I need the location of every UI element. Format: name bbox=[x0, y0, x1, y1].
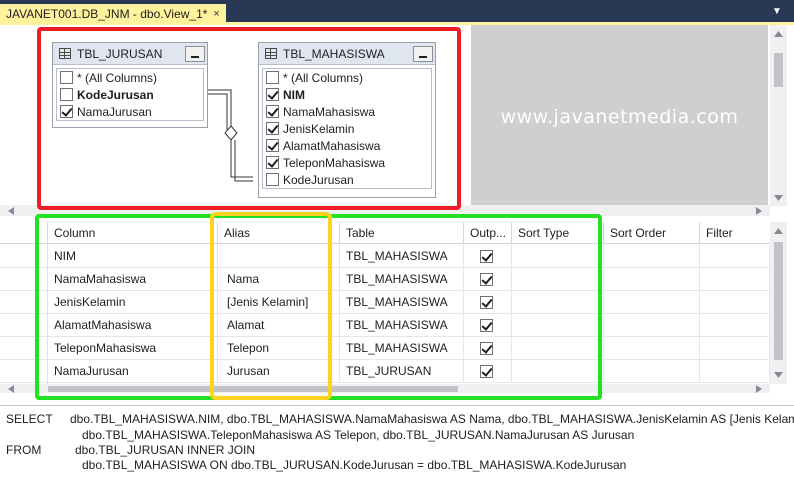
grid-vertical-scrollbar[interactable] bbox=[770, 222, 787, 384]
sql-from-keyword[interactable]: FROM bbox=[6, 443, 41, 457]
scroll-up-icon[interactable] bbox=[774, 228, 783, 234]
cell-sort-order[interactable] bbox=[604, 291, 700, 314]
scroll-down-icon[interactable] bbox=[774, 195, 783, 201]
cell-sort-order[interactable] bbox=[604, 360, 700, 383]
chevron-down-icon[interactable]: ▼ bbox=[770, 6, 784, 18]
sql-select-keyword[interactable]: SELECT bbox=[6, 412, 53, 426]
cell-sort-order[interactable] bbox=[604, 245, 700, 268]
sql-pane[interactable]: SELECT dbo.TBL_MAHASISWA.NIM, dbo.TBL_MA… bbox=[0, 405, 794, 497]
close-icon[interactable]: × bbox=[213, 4, 219, 24]
cell-filter[interactable] bbox=[700, 268, 770, 291]
cell-sort-order[interactable] bbox=[604, 314, 700, 337]
diagram-vertical-scrollbar[interactable] bbox=[770, 25, 787, 206]
scroll-up-icon[interactable] bbox=[774, 31, 783, 37]
cell-filter[interactable] bbox=[700, 314, 770, 337]
header-filter[interactable]: Filter bbox=[700, 222, 770, 244]
cell-filter[interactable] bbox=[700, 337, 770, 360]
highlight-box-red bbox=[37, 27, 461, 210]
cell-sort-order[interactable] bbox=[604, 337, 700, 360]
highlight-box-yellow bbox=[210, 212, 332, 400]
cell-filter[interactable] bbox=[700, 360, 770, 383]
scroll-down-icon[interactable] bbox=[774, 372, 783, 378]
sql-select-line[interactable]: dbo.TBL_MAHASISWA.TeleponMahasiswa AS Te… bbox=[82, 428, 634, 442]
cell-filter[interactable] bbox=[700, 291, 770, 314]
header-sort-order[interactable]: Sort Order bbox=[604, 222, 700, 244]
document-tab[interactable]: JAVANET001.DB_JNM - dbo.View_1* × bbox=[0, 4, 226, 24]
sql-from-line[interactable]: dbo.TBL_MAHASISWA ON dbo.TBL_JURUSAN.Kod… bbox=[82, 458, 626, 472]
scroll-left-icon[interactable] bbox=[8, 207, 14, 215]
scrollbar-thumb[interactable] bbox=[774, 53, 783, 87]
sql-select-line[interactable]: dbo.TBL_MAHASISWA.NIM, dbo.TBL_MAHASISWA… bbox=[70, 412, 794, 426]
sql-from-line[interactable]: dbo.TBL_JURUSAN INNER JOIN bbox=[75, 443, 255, 457]
document-tab-title: JAVANET001.DB_JNM - dbo.View_1* bbox=[6, 7, 208, 21]
scroll-left-icon[interactable] bbox=[8, 385, 14, 393]
cell-filter[interactable] bbox=[700, 245, 770, 268]
scroll-right-icon[interactable] bbox=[756, 385, 762, 393]
cell-sort-order[interactable] bbox=[604, 268, 700, 291]
scrollbar-thumb[interactable] bbox=[774, 242, 783, 360]
watermark: www.javanetmedia.com bbox=[500, 106, 739, 128]
scroll-right-icon[interactable] bbox=[756, 207, 762, 215]
